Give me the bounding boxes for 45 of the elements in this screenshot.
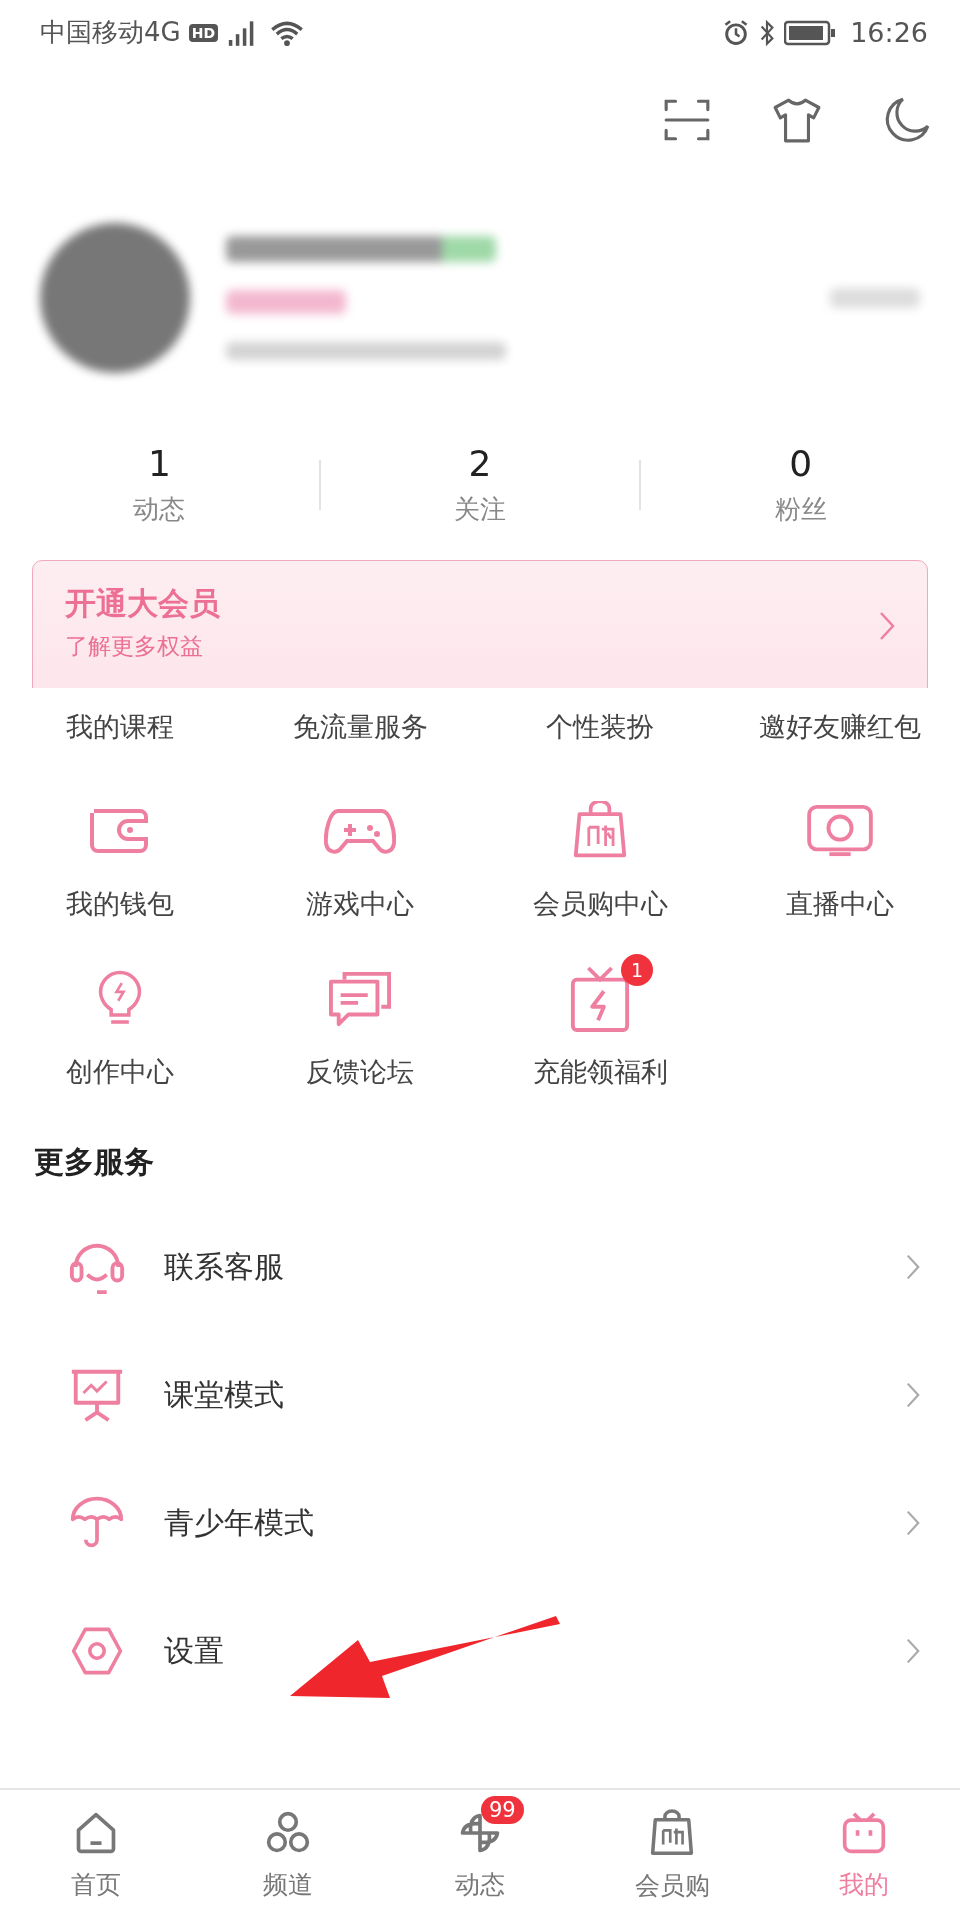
nav-tab[interactable]: 会员购 [576,1790,768,1920]
bluetooth-icon [758,18,777,47]
chevron-icon [906,1253,920,1281]
service-item[interactable]: 我的钱包 [66,886,174,922]
nav-tab[interactable]: 99 动态 [384,1790,576,1920]
service-item[interactable]: 邀好友赚红包 [759,709,921,745]
menu-item[interactable]: 设置 [164,1630,906,1672]
shopping-bag-icon [650,1808,694,1857]
avatar[interactable] [40,222,190,373]
service-item[interactable]: 游戏中心 [306,886,414,922]
stat-label[interactable]: 粉丝 [774,492,827,527]
hd-badge: HD [188,23,219,42]
service-item[interactable]: 反馈论坛 [306,1054,414,1090]
gamepad-icon [324,806,396,856]
section-title: 更多服务 [33,1143,155,1181]
stat-count[interactable]: 2 [468,443,492,484]
stat-label[interactable]: 关注 [454,492,506,527]
clock-time: 16:26 [850,17,928,48]
service-item[interactable]: 创作中心 [66,1054,174,1090]
stat-label[interactable]: 动态 [133,492,186,527]
vip-subtitle: 了解更多权益 [65,632,204,661]
stat-count[interactable]: 0 [789,443,813,484]
service-item[interactable]: 免流量服务 [292,709,428,745]
vip-title: 开通大会员 [65,584,221,623]
gift-icon [569,964,631,1034]
carrier-label: 中国移动4G [40,16,181,49]
service-item[interactable]: 直播中心 [786,886,894,922]
menu-item[interactable]: 课堂模式 [164,1374,906,1416]
tv-icon [806,804,874,858]
menu-item[interactable]: 青少年模式 [164,1502,906,1544]
nav-tab[interactable]: 频道 [192,1790,384,1920]
service-item[interactable]: 我的课程 [66,709,174,745]
notification-badge: 99 [481,1795,524,1824]
menu-item[interactable]: 联系客服 [164,1246,906,1288]
service-item[interactable]: 个性装扮 [546,709,654,745]
notification-badge: 1 [621,954,653,986]
chevron-icon [879,611,895,641]
stat-count[interactable]: 1 [147,443,171,484]
service-item[interactable]: 会员购中心 [532,886,668,922]
chevron-icon [906,1637,920,1665]
chevron-icon [906,1509,920,1537]
chevron-icon [906,1381,920,1409]
nav-tab[interactable]: 首页 [0,1790,192,1920]
battery-icon [784,19,837,46]
service-item[interactable]: 充能领福利 [532,1054,668,1090]
